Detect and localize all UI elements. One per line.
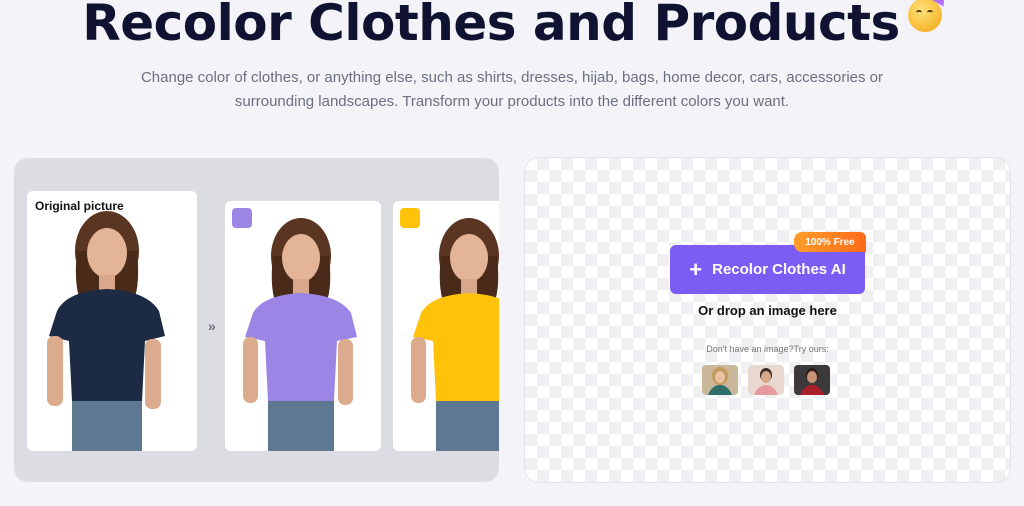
page-title: Recolor Clothes and Products [0,0,1024,52]
try-samples-text: Don't have an image?Try ours: [706,344,829,354]
original-picture-label: Original picture [35,199,124,213]
person-yellow-shirt-image [411,218,499,451]
sample-image-1[interactable] [702,365,738,395]
free-badge: 100% Free [794,232,866,252]
sample-man-photo [748,365,784,395]
person-purple-shirt-image [243,218,357,451]
upload-button-label: Recolor Clothes AI [712,261,846,278]
subtitle-line-1: Change color of clothes, or anything els… [140,69,884,86]
original-picture-card: Original picture [27,191,197,451]
sample-image-3[interactable] [794,365,830,395]
plus-icon: + [689,256,703,282]
subtitle-line-2: surrounding landscapes. Transform your p… [234,93,790,110]
drop-image-text: Or drop an image here [698,303,837,318]
sample-woman-photo [702,365,738,395]
party-face-icon [907,0,951,32]
title-text: Recolor Clothes and Products [82,0,900,52]
person-navy-shirt-image [47,211,165,451]
purple-example-card [225,201,381,451]
sample-image-2[interactable] [748,365,784,395]
page-subtitle: Change color of clothes, or anything els… [112,66,912,114]
recolor-clothes-ai-button[interactable]: + Recolor Clothes AI [670,245,865,294]
yellow-color-swatch [400,208,420,228]
upload-panel[interactable]: + Recolor Clothes AI 100% Free Or drop a… [525,158,1010,482]
examples-panel: Original picture » [14,158,499,482]
purple-color-swatch [232,208,252,228]
sample-man-red-photo [794,365,830,395]
arrow-icon: » [208,318,216,334]
yellow-example-card [393,201,499,451]
